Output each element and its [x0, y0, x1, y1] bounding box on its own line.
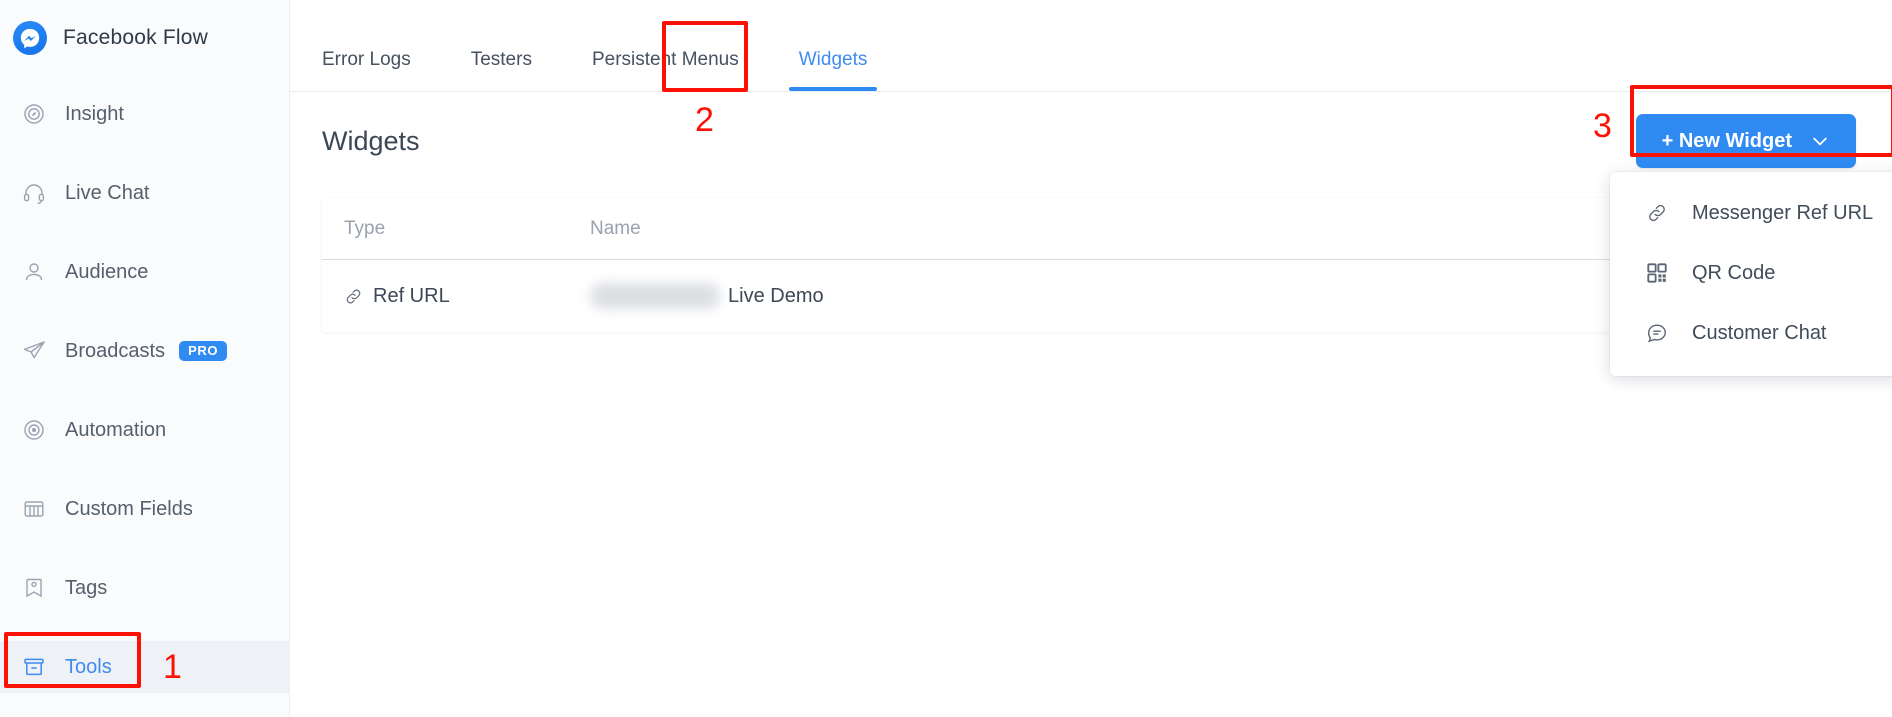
annotation-number-3: 3 [1593, 107, 1612, 145]
brand[interactable]: Facebook Flow [0, 10, 289, 66]
sidebar-item-label: Tools [65, 655, 112, 678]
pro-badge: PRO [179, 341, 228, 361]
dropdown-item-customer-chat[interactable]: Customer Chat [1610, 312, 1892, 354]
sidebar-item-broadcasts[interactable]: Broadcasts PRO [0, 325, 289, 377]
sidebar-item-automation[interactable]: Automation [0, 404, 289, 456]
tab-widgets[interactable]: Widgets [788, 49, 877, 91]
sidebar: Facebook Flow Insight Live Chat Audience… [0, 0, 290, 717]
sidebar-item-tools[interactable]: Tools [0, 641, 289, 693]
tab-bar: Error Logs Testers Persistent Menus Widg… [290, 0, 1892, 137]
sidebar-item-label: Insight [65, 102, 124, 125]
sidebar-item-label: Audience [65, 260, 149, 283]
sidebar-item-insight[interactable]: Insight [0, 88, 289, 140]
tag-icon [19, 573, 49, 603]
dropdown-item-label: QR Code [1692, 261, 1776, 284]
cell-type: Ref URL [344, 285, 590, 308]
cell-name-label: Live Demo [728, 284, 824, 307]
dropdown-item-messenger-ref-url[interactable]: Messenger Ref URL [1610, 192, 1892, 234]
app-root: Facebook Flow Insight Live Chat Audience… [0, 0, 1892, 717]
column-header-type: Type [344, 217, 386, 239]
chat-bubble-icon [1644, 320, 1670, 346]
custom-fields-icon [19, 494, 49, 524]
sidebar-item-label: Custom Fields [65, 497, 193, 520]
link-icon [1644, 200, 1670, 226]
link-icon [344, 287, 363, 306]
sidebar-item-label: Live Chat [65, 181, 150, 204]
sidebar-item-label: Tags [65, 576, 108, 599]
tools-icon [19, 652, 49, 682]
new-widget-dropdown-menu: Messenger Ref URL QR Code Customer Chat [1610, 172, 1892, 376]
dropdown-item-label: Messenger Ref URL [1692, 201, 1874, 224]
tab-error-logs[interactable]: Error Logs [322, 49, 411, 91]
new-widget-button-label: + New Widget [1661, 129, 1792, 152]
paper-plane-icon [19, 336, 49, 366]
sidebar-item-custom-fields[interactable]: Custom Fields [0, 483, 289, 535]
tab-testers[interactable]: Testers [471, 49, 532, 91]
sidebar-item-audience[interactable]: Audience [0, 246, 289, 298]
messenger-logo-icon [13, 21, 47, 55]
page-title: Widgets [322, 125, 420, 156]
brand-title: Facebook Flow [63, 26, 208, 49]
main-content: Error Logs Testers Persistent Menus Widg… [290, 0, 1892, 717]
sidebar-nav: Insight Live Chat Audience Broadcasts PR… [0, 88, 289, 693]
dropdown-item-qr-code[interactable]: QR Code [1610, 252, 1892, 294]
user-icon [19, 257, 49, 287]
redacted-name-blur [590, 283, 720, 309]
sidebar-item-label: Automation [65, 418, 167, 441]
cell-type-label: Ref URL [373, 284, 450, 307]
chevron-down-icon [1810, 131, 1830, 151]
tab-persistent-menus[interactable]: Persistent Menus [592, 49, 739, 91]
qr-code-icon [1644, 260, 1670, 286]
sidebar-item-live-chat[interactable]: Live Chat [0, 167, 289, 219]
page-header: Widgets + New Widget 3 [290, 85, 1892, 168]
new-widget-button[interactable]: + New Widget [1635, 114, 1856, 168]
insight-icon [19, 99, 49, 129]
sidebar-item-label: Broadcasts [65, 339, 166, 362]
dropdown-item-label: Customer Chat [1692, 321, 1827, 344]
automation-icon [19, 415, 49, 445]
headset-icon [19, 178, 49, 208]
sidebar-item-tags[interactable]: Tags [0, 562, 289, 614]
